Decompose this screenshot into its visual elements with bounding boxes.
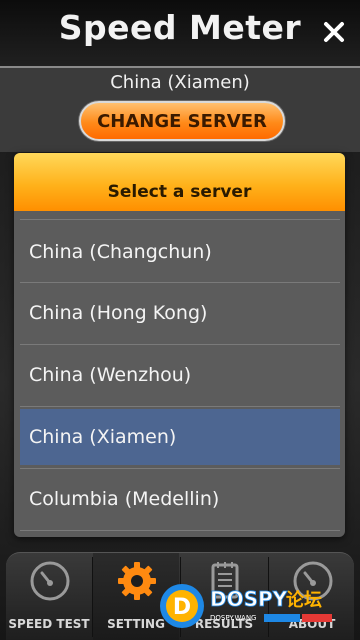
server-item-xiamen[interactable]: China (Xiamen) [20,409,340,465]
list-divider [20,530,340,531]
speedometer-icon [30,561,70,601]
server-select-dialog: Select a server China (Changchun) China … [14,153,345,537]
dospy-watermark-logo: D DOSPY 论坛 DOSPY.WANG [160,584,332,628]
svg-text:D: D [173,595,191,620]
title-bar: Speed Meter [0,0,360,66]
dialog-title: Select a server [107,182,252,202]
server-item-hong-kong[interactable]: China (Hong Kong) [20,285,340,341]
dialog-header: Select a server [14,153,345,211]
list-divider [20,219,340,220]
tab-speed-test[interactable]: SPEED TEST [6,553,92,640]
app-title: Speed Meter [58,8,302,47]
server-panel: China (Xiamen) CHANGE SERVER [0,66,360,152]
server-item-changchun[interactable]: China (Changchun) [20,224,340,280]
close-icon [324,22,344,42]
list-divider [20,282,340,283]
server-item-wenzhou[interactable]: China (Wenzhou) [20,347,340,403]
list-divider [20,468,340,469]
list-divider [20,344,340,345]
app-screen: Speed Meter China (Xiamen) CHANGE SERVER… [0,0,360,640]
server-item-medellin[interactable]: Columbia (Medellin) [20,471,340,527]
close-button[interactable] [316,12,352,52]
change-server-button[interactable]: CHANGE SERVER [79,101,285,141]
gear-icon [118,562,156,600]
tab-label: SPEED TEST [8,617,90,631]
list-divider [20,406,340,407]
svg-text:DOSPY: DOSPY [210,587,288,611]
svg-text:论坛: 论坛 [286,589,322,611]
svg-text:DOSPY.WANG: DOSPY.WANG [210,614,256,622]
current-server-label: China (Xiamen) [110,72,250,93]
